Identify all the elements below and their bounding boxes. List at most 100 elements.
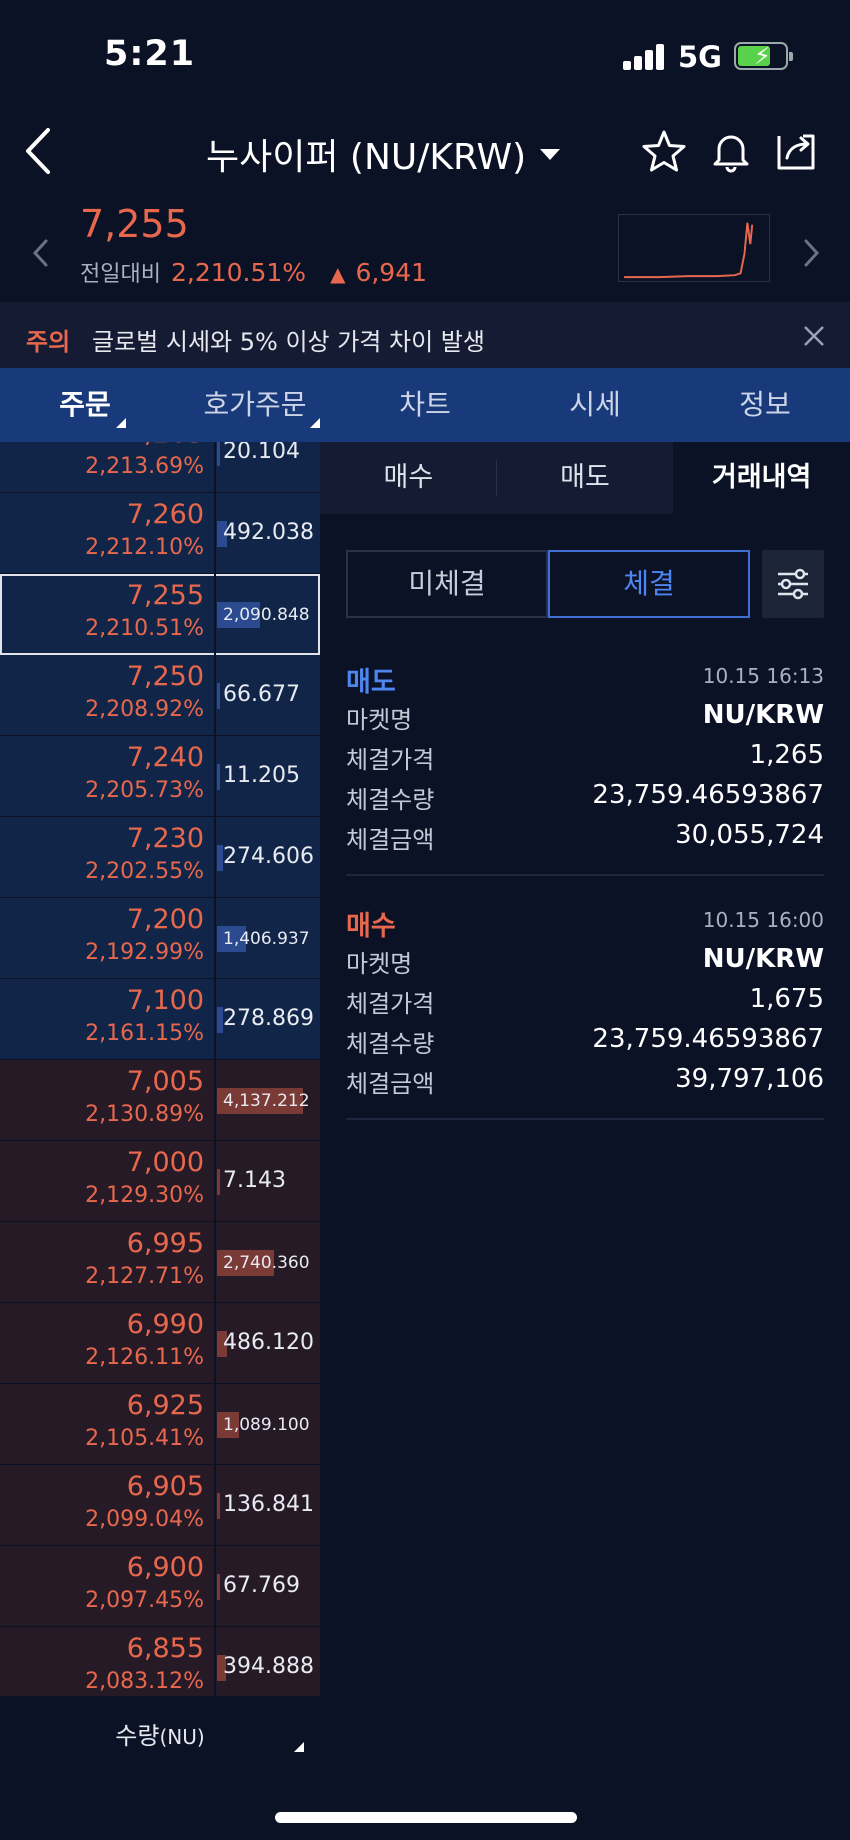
orderbook-row[interactable]: 7,230 2,202.55% 274.606 xyxy=(0,817,320,898)
orderbook-change-percent: 2,212.10% xyxy=(85,535,204,560)
orderbook-row[interactable]: 7,250 2,208.92% 66.677 xyxy=(0,655,320,736)
trade-field: 마켓명 NU/KRW xyxy=(346,944,824,984)
trade-field: 체결수량 23,759.46593867 xyxy=(346,1024,824,1064)
orderbook-price: 6,995 xyxy=(126,1228,204,1259)
cellular-signal-icon xyxy=(623,44,665,70)
tab-info[interactable]: 정보 xyxy=(680,368,850,442)
column-divider xyxy=(214,1465,216,1546)
caret-down-icon xyxy=(540,148,561,160)
warning-tag: 주의 xyxy=(26,328,71,356)
orderbook-quantity: 67.769 xyxy=(223,1573,300,1598)
share-icon[interactable] xyxy=(773,128,819,174)
warning-text: 글로벌 시세와 5% 이상 가격 차이 발생 xyxy=(92,328,485,356)
price-change: 전일대비 2,210.51% ▲ 6,941 xyxy=(80,256,427,288)
orderbook-quantity: 278.869 xyxy=(223,1006,314,1031)
divider xyxy=(346,1118,824,1120)
orderbook-row[interactable]: 6,905 2,099.04% 136.841 xyxy=(0,1465,320,1546)
field-value: 23,759.46593867 xyxy=(592,1024,824,1054)
orderbook-change-percent: 2,097.45% xyxy=(85,1588,204,1613)
trade-type: 매수 xyxy=(346,911,396,942)
trade-item: 매수 10.15 16:00 마켓명 NU/KRW 체결가격 1,675 체결수… xyxy=(346,904,824,1120)
tab-quote-order-label: 호가주문 xyxy=(203,388,307,421)
tab-chart[interactable]: 차트 xyxy=(340,368,510,442)
orderbook-row[interactable]: 7,100 2,161.15% 278.869 xyxy=(0,979,320,1060)
orderbook-price: 6,905 xyxy=(126,1471,204,1502)
orderbook-price: 7,005 xyxy=(126,1066,204,1097)
orderbook-price: 7,250 xyxy=(126,661,204,692)
orderbook-change-percent: 2,127.71% xyxy=(85,1264,204,1289)
column-divider xyxy=(214,898,216,979)
orderbook-quantity: 4,137.212 xyxy=(223,1091,310,1111)
orderbook-row[interactable]: 6,900 2,097.45% 67.769 xyxy=(0,1546,320,1627)
trade-item: 매도 10.15 16:13 마켓명 NU/KRW 체결가격 1,265 체결수… xyxy=(346,660,824,876)
orderbook-row[interactable]: 7,265 2,213.69% 20.104 xyxy=(0,442,320,493)
tab-sell[interactable]: 매도 xyxy=(496,442,674,514)
change-value: 6,941 xyxy=(355,258,428,287)
trade-field: 체결가격 1,265 xyxy=(346,740,824,780)
orderbook-row[interactable]: 6,925 2,105.41% 1,089.100 xyxy=(0,1384,320,1465)
orderbook-change-percent: 2,130.89% xyxy=(85,1102,204,1127)
current-price: 7,255 xyxy=(80,202,189,246)
column-divider xyxy=(214,1384,216,1465)
trade-time: 10.15 16:13 xyxy=(702,664,824,688)
orderbook-price: 6,855 xyxy=(126,1633,204,1664)
dropdown-corner-icon xyxy=(294,1742,304,1752)
segment-unfilled[interactable]: 미체결 xyxy=(346,550,548,618)
filter-settings-icon[interactable] xyxy=(762,550,824,618)
orderbook-volume-bar xyxy=(217,1574,220,1600)
next-market-icon[interactable] xyxy=(800,238,822,268)
market-selector[interactable]: 누사이퍼 (NU/KRW) xyxy=(206,128,561,180)
tab-quote-order[interactable]: 호가주문 xyxy=(170,368,340,442)
orderbook-change-percent: 2,083.12% xyxy=(85,1669,204,1694)
orderbook-price: 6,925 xyxy=(126,1390,204,1421)
tab-market[interactable]: 시세 xyxy=(510,368,680,442)
trade-panel: 매수 매도 거래내역 미체결 체결 매도 10.15 16:13 마켓명 NU/… xyxy=(320,442,850,1840)
trade-type: 매도 xyxy=(346,667,396,698)
close-icon[interactable] xyxy=(802,324,826,348)
orderbook-row[interactable]: 6,995 2,127.71% 2,740.360 xyxy=(0,1222,320,1303)
orderbook-row[interactable]: 7,260 2,212.10% 492.038 xyxy=(0,493,320,574)
app-screen: 5:21 5G ⚡ 누사이퍼 (NU/KRW) 7,255 전일대비 2,210… xyxy=(0,0,850,1840)
trade-field: 체결수량 23,759.46593867 xyxy=(346,780,824,820)
trade-panel-tabs: 매수 매도 거래내역 xyxy=(320,442,850,514)
price-summary: 7,255 전일대비 2,210.51% ▲ 6,941 xyxy=(0,198,850,298)
field-value: 23,759.46593867 xyxy=(592,780,824,810)
segment-filled[interactable]: 체결 xyxy=(548,550,750,618)
orderbook-change-percent: 2,105.41% xyxy=(85,1426,204,1451)
back-arrow-icon[interactable] xyxy=(20,126,60,176)
mini-chart[interactable] xyxy=(618,214,770,282)
history-filter-segment: 미체결 체결 xyxy=(346,550,750,618)
orderbook-price: 6,990 xyxy=(126,1309,204,1340)
orderbook-quantity: 20.104 xyxy=(223,442,300,464)
orderbook-row[interactable]: 7,000 2,129.30% 7.143 xyxy=(0,1141,320,1222)
tab-order[interactable]: 주문 xyxy=(0,368,170,442)
column-divider xyxy=(214,979,216,1060)
quantity-unit: (NU) xyxy=(159,1725,205,1749)
field-value: 1,675 xyxy=(749,984,824,1014)
orderbook-price: 7,000 xyxy=(126,1147,204,1178)
orderbook-change-percent: 2,161.15% xyxy=(85,1021,204,1046)
star-icon[interactable] xyxy=(641,128,687,174)
orderbook-row[interactable]: 6,990 2,126.11% 486.120 xyxy=(0,1303,320,1384)
tab-history[interactable]: 거래내역 xyxy=(673,442,850,514)
orderbook-row[interactable]: 7,200 2,192.99% 1,406.937 xyxy=(0,898,320,979)
prev-market-icon[interactable] xyxy=(30,238,52,268)
tab-chart-label: 차트 xyxy=(399,388,451,421)
orderbook-row[interactable]: 6,855 2,083.12% 394.888 xyxy=(0,1627,320,1696)
orderbook-row[interactable]: 7,005 2,130.89% 4,137.212 xyxy=(0,1060,320,1141)
network-type: 5G xyxy=(678,40,722,74)
bell-icon[interactable] xyxy=(708,128,754,174)
orderbook-quantity: 492.038 xyxy=(223,520,314,545)
tab-buy[interactable]: 매수 xyxy=(320,442,497,514)
home-indicator xyxy=(275,1812,577,1823)
orderbook-volume-bar xyxy=(217,1169,220,1195)
quantity-unit-selector[interactable]: 수량(NU) xyxy=(0,1696,320,1766)
order-book: 7,265 2,213.69% 20.104 7,260 2,212.10% 492.03… xyxy=(0,442,320,1696)
orderbook-row[interactable]: 7,240 2,205.73% 11.205 xyxy=(0,736,320,817)
orderbook-change-percent: 2,126.11% xyxy=(85,1345,204,1370)
orderbook-row[interactable]: 7,255 2,210.51% 2,090.848 xyxy=(0,574,320,655)
divider xyxy=(346,874,824,876)
field-value: NU/KRW xyxy=(702,944,824,974)
column-divider xyxy=(214,493,216,574)
trade-field: 마켓명 NU/KRW xyxy=(346,700,824,740)
